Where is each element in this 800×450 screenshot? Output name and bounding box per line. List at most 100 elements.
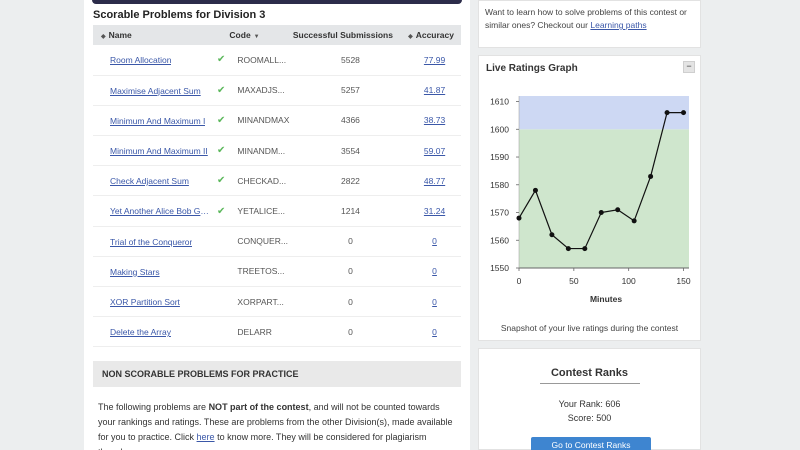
successful-submissions: 0 (348, 236, 353, 247)
problem-name-cell: Delete the Array (93, 316, 230, 348)
problem-name-cell: Minimum And Maximum I ✔ (93, 105, 230, 137)
solved-check-icon: ✔ (217, 84, 226, 96)
table-row: Yet Another Alice Bob Ga... ✔ YETALICE... 1… (93, 195, 461, 227)
table-row: Delete the Array DELARR 0 0 (93, 316, 461, 348)
x-tick-label: 0 (517, 276, 522, 286)
accuracy-link[interactable]: 59.07 (424, 146, 445, 156)
solved-check-icon: ✔ (217, 205, 226, 217)
nonscorable-text: The following problems are NOT part of t… (98, 400, 458, 450)
rating-point (582, 246, 588, 252)
problem-code: YETALICE... (237, 206, 285, 217)
table-row: Maximise Adjacent Sum ✔ MAXADJS... 5257 41.8… (93, 75, 461, 106)
problem-code-cell: CONQUER... (229, 226, 293, 257)
accuracy-link[interactable]: 41.87 (424, 85, 445, 95)
header-name-label: Name (108, 30, 132, 40)
ranks-title: Contest Ranks (550, 367, 629, 379)
collapse-button[interactable]: − (683, 61, 695, 73)
rating-point (681, 110, 687, 116)
problems-panel: Scorable Problems for Division 3 ◆ Name C… (84, 0, 470, 450)
accuracy-link[interactable]: 48.77 (424, 176, 445, 186)
solved-check-icon: ✔ (217, 175, 226, 187)
successful-submissions: 0 (348, 326, 353, 337)
problem-acc-cell: 77.99 (408, 45, 461, 76)
header-name[interactable]: ◆ Name (93, 25, 230, 45)
problem-code-cell: YETALICE... (229, 195, 293, 227)
accuracy-link[interactable]: 31.24 (424, 206, 445, 216)
problem-code-cell: TREETOS... (229, 256, 293, 288)
problem-link[interactable]: Delete the Array (101, 327, 171, 337)
nonscorable-text-bold: NOT part of the contest (208, 402, 309, 412)
problem-code: MINANDM... (237, 145, 286, 156)
rating-point (631, 218, 637, 224)
header-subs-label: Successful Submissions (292, 30, 393, 40)
accuracy-link[interactable]: 0 (432, 266, 437, 276)
problem-link[interactable]: Minimum And Maximum II (101, 146, 208, 156)
y-tick-label: 1570 (490, 208, 509, 218)
header-code[interactable]: Code ▼ (229, 25, 293, 45)
problem-subs-cell: 0 (292, 316, 409, 348)
problem-link[interactable]: Check Adjacent Sum (101, 176, 189, 186)
problem-code-cell: MAXADJS... (229, 75, 293, 106)
accuracy-link[interactable]: 0 (432, 236, 437, 246)
problem-link[interactable]: Room Allocation (101, 55, 171, 65)
header-subs[interactable]: Successful Submissions (292, 25, 409, 45)
problem-acc-cell: 38.73 (408, 105, 461, 137)
here-link[interactable]: here (197, 432, 215, 442)
problem-subs-cell: 0 (292, 256, 409, 288)
problem-link[interactable]: Yet Another Alice Bob Ga... (101, 206, 209, 216)
rating-point (516, 215, 522, 221)
problem-link[interactable]: Maximise Adjacent Sum (101, 86, 201, 96)
rating-point (615, 207, 621, 213)
learning-paths-link[interactable]: Learning paths (590, 20, 646, 30)
your-rank: Your Rank: 606 (558, 399, 621, 409)
y-tick-label: 1550 (490, 263, 509, 273)
problem-name-cell: XOR Partition Sort (93, 286, 230, 318)
accuracy-link[interactable]: 0 (432, 327, 437, 337)
successful-submissions: 4366 (341, 115, 360, 126)
rating-point (532, 187, 538, 193)
header-acc[interactable]: ◆ Accuracy (408, 25, 461, 45)
problem-code: TREETOS... (237, 266, 285, 277)
problem-acc-cell: 59.07 (408, 135, 461, 167)
solved-check-icon: ✔ (217, 145, 226, 157)
learn-text-body: Want to learn how to solve problems of t… (485, 7, 687, 30)
problem-name-cell: Maximise Adjacent Sum ✔ (93, 75, 230, 106)
y-tick-label: 1590 (490, 152, 509, 162)
problem-name-cell: Trial of the Conqueror (93, 226, 230, 257)
successful-submissions: 0 (348, 266, 353, 277)
problem-link[interactable]: Minimum And Maximum I (101, 116, 205, 126)
problem-code: ROOMALL... (237, 54, 287, 65)
solved-check-icon: ✔ (217, 114, 226, 126)
problem-subs-cell: 5528 (292, 45, 409, 76)
table-row: Minimum And Maximum II ✔ MINANDM... 3554 59.… (93, 135, 461, 167)
problem-acc-cell: 48.77 (408, 165, 461, 197)
go-to-contest-ranks-button[interactable]: Go to Contest Ranks (531, 437, 651, 450)
accuracy-link[interactable]: 77.99 (424, 55, 445, 65)
accuracy-link[interactable]: 38.73 (424, 115, 445, 125)
accuracy-link[interactable]: 0 (432, 297, 437, 307)
graph-title: Live Ratings Graph (486, 63, 578, 74)
successful-submissions: 5257 (341, 85, 360, 96)
ranks-title-underline (540, 383, 640, 384)
rating-band (519, 129, 689, 268)
x-tick-label: 150 (676, 276, 690, 286)
problem-link[interactable]: Trial of the Conqueror (101, 237, 192, 247)
table-header-row: ◆ Name Code ▼ Successful Submissions ◆ Accu… (93, 25, 461, 45)
header-code-label: Code (229, 30, 251, 40)
problem-name-cell: Check Adjacent Sum ✔ (93, 165, 230, 197)
problem-code: XORPART... (237, 296, 284, 307)
problem-code: MINANDMAX (237, 115, 290, 126)
problem-subs-cell: 3554 (292, 135, 409, 167)
problem-name-cell: Minimum And Maximum II ✔ (93, 135, 230, 167)
problem-link[interactable]: Making Stars (101, 267, 160, 277)
rating-point (549, 232, 555, 238)
problem-code: CONQUER... (237, 236, 288, 247)
rating-point (598, 210, 604, 216)
problem-link[interactable]: XOR Partition Sort (101, 297, 180, 307)
x-axis-label: Minutes (590, 294, 622, 304)
graph-caption: Snapshot of your live ratings during the… (500, 323, 679, 333)
problem-subs-cell: 2822 (292, 165, 409, 197)
rating-point (664, 110, 670, 116)
problem-code-cell: XORPART... (229, 286, 293, 318)
y-tick-label: 1560 (490, 235, 509, 245)
